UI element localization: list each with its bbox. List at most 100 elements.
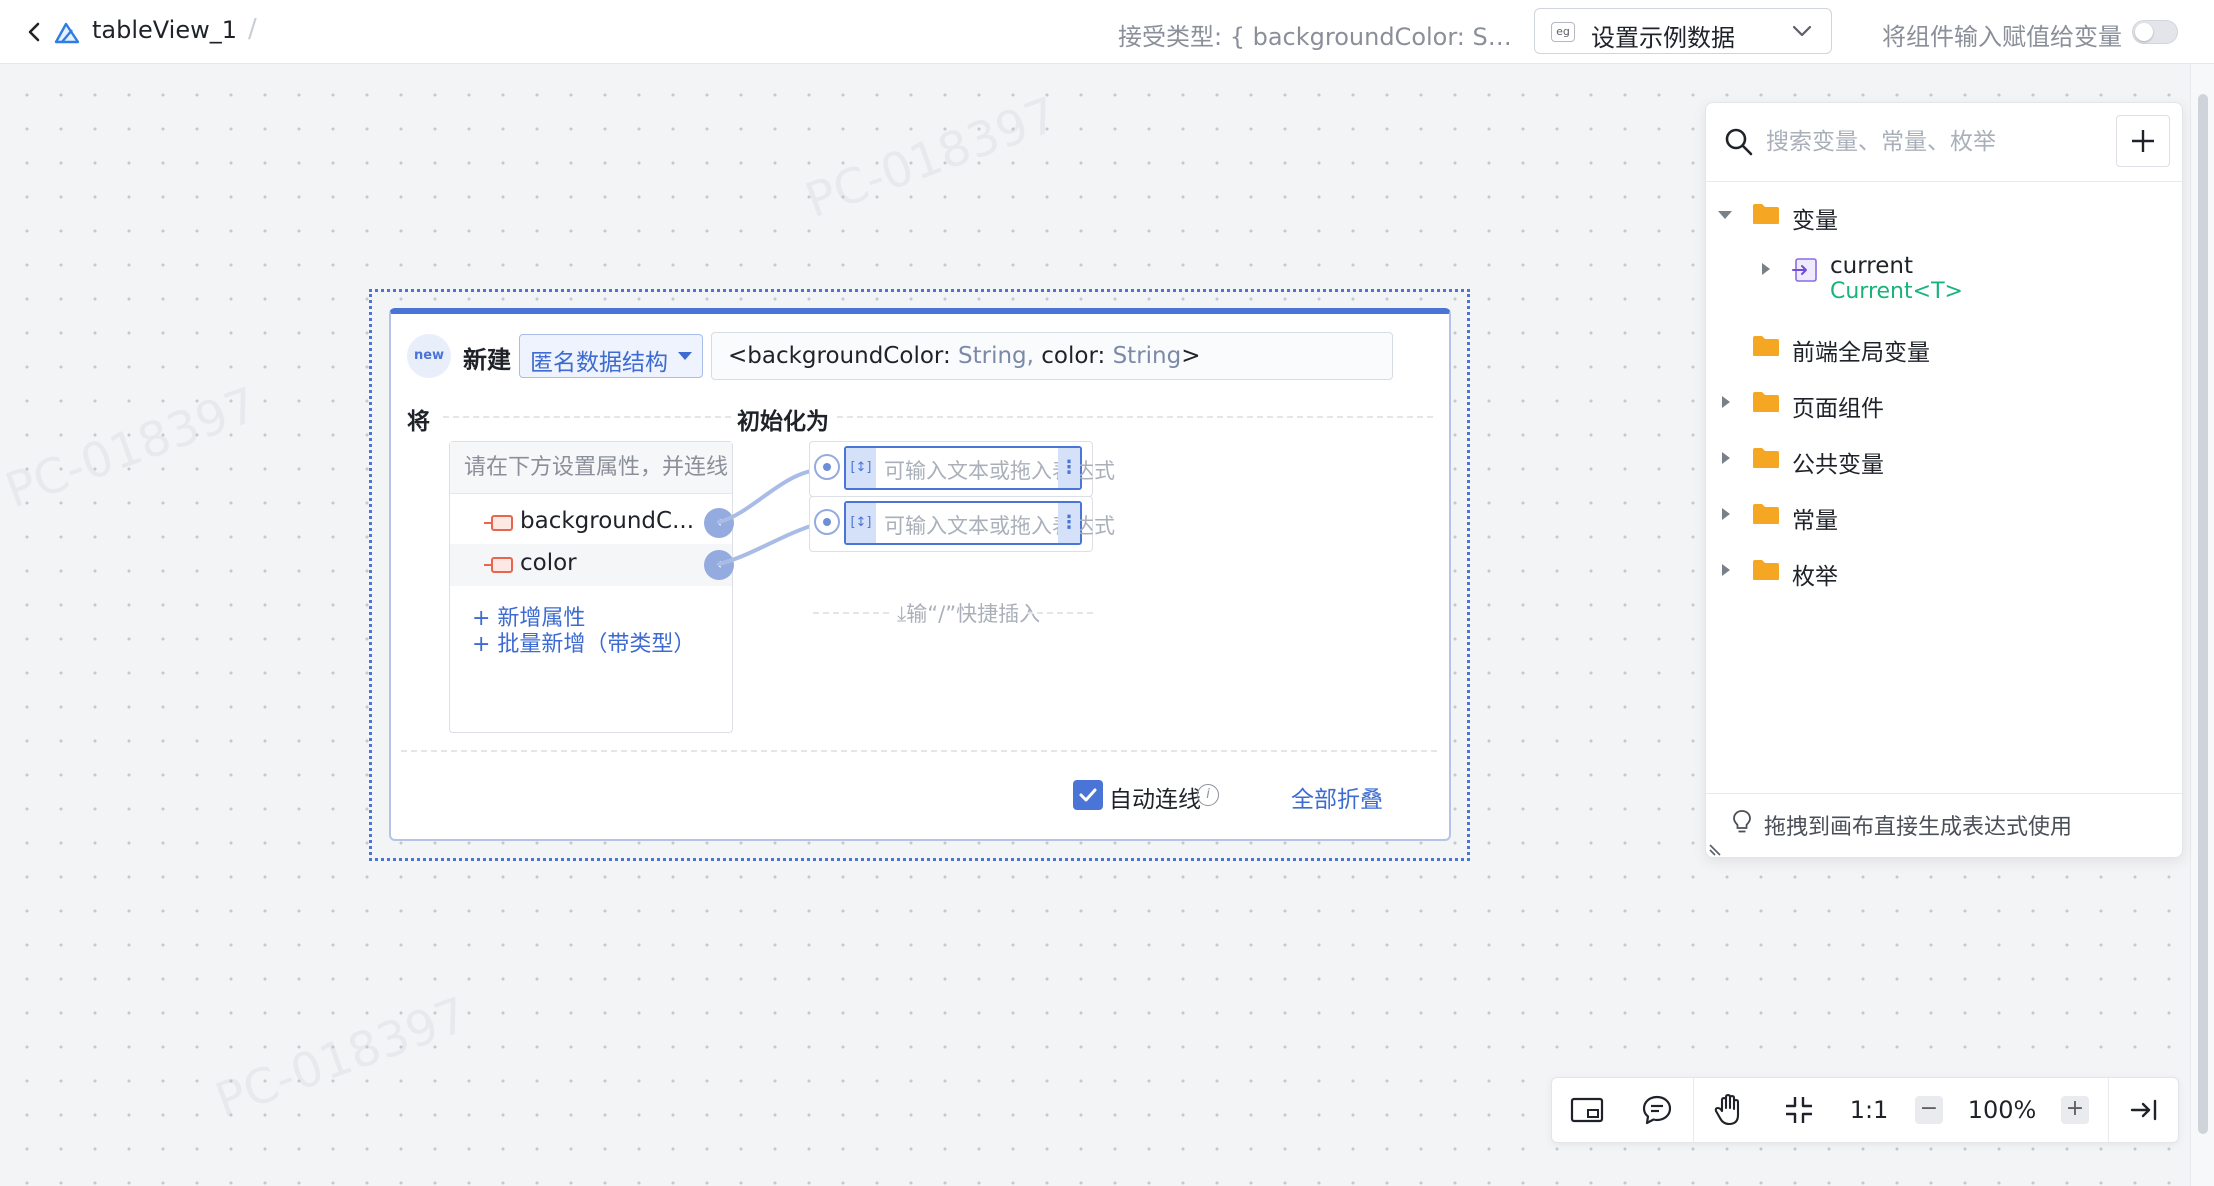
expression-icon: [↕]: [846, 503, 876, 543]
tree-item-current[interactable]: current Current<T>: [1706, 251, 2182, 315]
input-port-icon[interactable]: [814, 509, 840, 535]
caret-right-icon[interactable]: [1722, 508, 1730, 520]
property-row[interactable]: backgroundC... ‹: [450, 502, 734, 544]
expression-input[interactable]: [↕] 可输入文本或拖入表达式 ⋮: [844, 501, 1115, 545]
add-variable-button[interactable]: [2116, 115, 2170, 167]
tree-label: 公共变量: [1792, 452, 1884, 478]
comment-icon: [1642, 1095, 1672, 1125]
tree-label: 常量: [1792, 508, 1838, 534]
arrow-right-to-line-icon: [2130, 1099, 2157, 1121]
expression-input[interactable]: [↕] 可输入文本或拖入表达式 ⋮: [844, 446, 1115, 490]
type-sig-close: >: [1181, 343, 1201, 369]
divider: [1027, 612, 1093, 614]
tree-item-public-vars[interactable]: 公共变量: [1706, 439, 2182, 479]
input-port-icon[interactable]: [814, 454, 840, 480]
lightbulb-icon: [1733, 810, 1751, 833]
caret-right-icon[interactable]: [1762, 263, 1770, 275]
caret-right-icon[interactable]: [1722, 452, 1730, 464]
search-icon: [1725, 128, 1753, 156]
assign-toggle[interactable]: [2132, 20, 2178, 44]
example-data-select[interactable]: eg 设置示例数据: [1534, 8, 1832, 54]
auto-connect-checkbox[interactable]: [1073, 780, 1103, 810]
batch-add-button[interactable]: + 批量新增（带类型）: [472, 626, 695, 658]
tree-item-constants[interactable]: 常量: [1706, 495, 2182, 535]
canvas-toolbar: 1:1 − 100% +: [1551, 1077, 2179, 1143]
caret-down-icon: [678, 352, 692, 360]
input-variable-icon: [1792, 258, 1817, 282]
tree-label: 枚举: [1792, 564, 1838, 590]
quick-insert-hint[interactable]: ⤓输“/”快捷插入: [897, 598, 1040, 628]
property-port-icon[interactable]: ‹: [704, 550, 734, 580]
expression-placeholder: 可输入文本或拖入表达式: [884, 459, 1115, 483]
expression-icon: [↕]: [846, 448, 876, 488]
type-signature[interactable]: <backgroundColor: String, color: String>: [711, 332, 1393, 380]
zoom-level: 100%: [1954, 1078, 2050, 1142]
comment-button[interactable]: [1622, 1078, 1692, 1142]
info-icon[interactable]: i: [1197, 784, 1219, 806]
struct-type-select[interactable]: 匿名数据结构: [519, 334, 703, 378]
fit-view-button[interactable]: [1764, 1078, 1834, 1142]
zoom-level-label: 100%: [1967, 1096, 2037, 1124]
type-sig-string-2: String: [1112, 343, 1182, 369]
folder-icon: [1753, 504, 1779, 524]
collapse-all-button[interactable]: 全部折叠: [1291, 780, 1383, 814]
caret-down-icon[interactable]: [1718, 211, 1732, 219]
tree-item-frontend-global-vars[interactable]: 前端全局变量: [1706, 327, 2182, 367]
add-corner-icon: [2132, 130, 2154, 152]
divider: [443, 416, 731, 418]
breadcrumb-separator: /: [248, 14, 257, 44]
properties-panel: 请在下方设置属性，并连线 backgroundC... ‹ color ‹ + …: [449, 441, 734, 733]
more-vertical-icon[interactable]: ⋮: [1058, 503, 1080, 543]
properties-hint: 请在下方设置属性，并连线: [450, 442, 732, 494]
minimap-icon: [1570, 1097, 1604, 1123]
type-sig-string-1: String,: [958, 343, 1034, 369]
expression-placeholder: 可输入文本或拖入表达式: [884, 514, 1115, 538]
folder-icon: [1753, 204, 1779, 224]
property-field-icon: [484, 515, 513, 531]
hand-tool-button[interactable]: [1694, 1078, 1764, 1142]
divider: [401, 750, 1437, 752]
more-vertical-icon[interactable]: ⋮: [1058, 448, 1080, 488]
toggle-knob: [2135, 23, 2153, 41]
search-input[interactable]: [1764, 121, 2088, 163]
caret-right-icon[interactable]: [1722, 396, 1730, 408]
back-icon[interactable]: [22, 18, 46, 46]
tree-label: 前端全局变量: [1792, 340, 1930, 366]
actual-size-button[interactable]: 1:1: [1834, 1078, 1904, 1142]
property-name: backgroundC...: [520, 508, 695, 534]
variable-name: current: [1830, 253, 1913, 279]
eg-icon: eg: [1551, 22, 1575, 42]
zoom-out-button[interactable]: −: [1904, 1078, 1954, 1142]
assign-to-variable-label: 将组件输入赋值给变量: [1882, 23, 2122, 51]
hand-icon: [1714, 1093, 1740, 1126]
example-data-label: 设置示例数据: [1591, 24, 1735, 52]
tree-item-page-components[interactable]: 页面组件: [1706, 383, 2182, 423]
new-badge-icon: new: [407, 334, 451, 378]
caret-right-icon[interactable]: [1722, 564, 1730, 576]
divider: [1706, 181, 2182, 182]
property-row[interactable]: color ‹: [450, 544, 734, 586]
divider: [1706, 793, 2182, 794]
plus-icon: +: [2061, 1096, 2089, 1124]
vertical-scrollbar[interactable]: [2190, 64, 2214, 1186]
new-struct-node[interactable]: new 新建 匿名数据结构 <backgroundColor: String, …: [389, 308, 1451, 841]
minimap-button[interactable]: [1552, 1078, 1622, 1142]
type-sig-open: <backgroundColor:: [728, 343, 959, 369]
right-section-label: 初始化为: [737, 409, 829, 435]
checkmark-icon: [1079, 788, 1097, 802]
auto-connect-label: 自动连线: [1109, 787, 1201, 813]
zoom-in-button[interactable]: +: [2050, 1078, 2100, 1142]
folder-icon: [1753, 336, 1779, 356]
tree-label: 变量: [1792, 208, 1838, 234]
resize-handle-icon[interactable]: [1708, 841, 1724, 857]
variable-type: Current<T>: [1830, 279, 1963, 304]
value-input-row: [↕] 可输入文本或拖入表达式 ⋮: [809, 441, 1115, 497]
collapse-icon: [1786, 1097, 1812, 1123]
tree-item-enums[interactable]: 枚举: [1706, 551, 2182, 591]
property-field-icon: [484, 557, 513, 573]
tree-item-variables[interactable]: 变量: [1706, 195, 2182, 235]
scrollbar-thumb[interactable]: [2198, 94, 2208, 1134]
collapse-panel-button[interactable]: [2109, 1078, 2179, 1142]
struct-type-label: 匿名数据结构: [530, 350, 668, 376]
property-port-icon[interactable]: ‹: [704, 508, 734, 538]
